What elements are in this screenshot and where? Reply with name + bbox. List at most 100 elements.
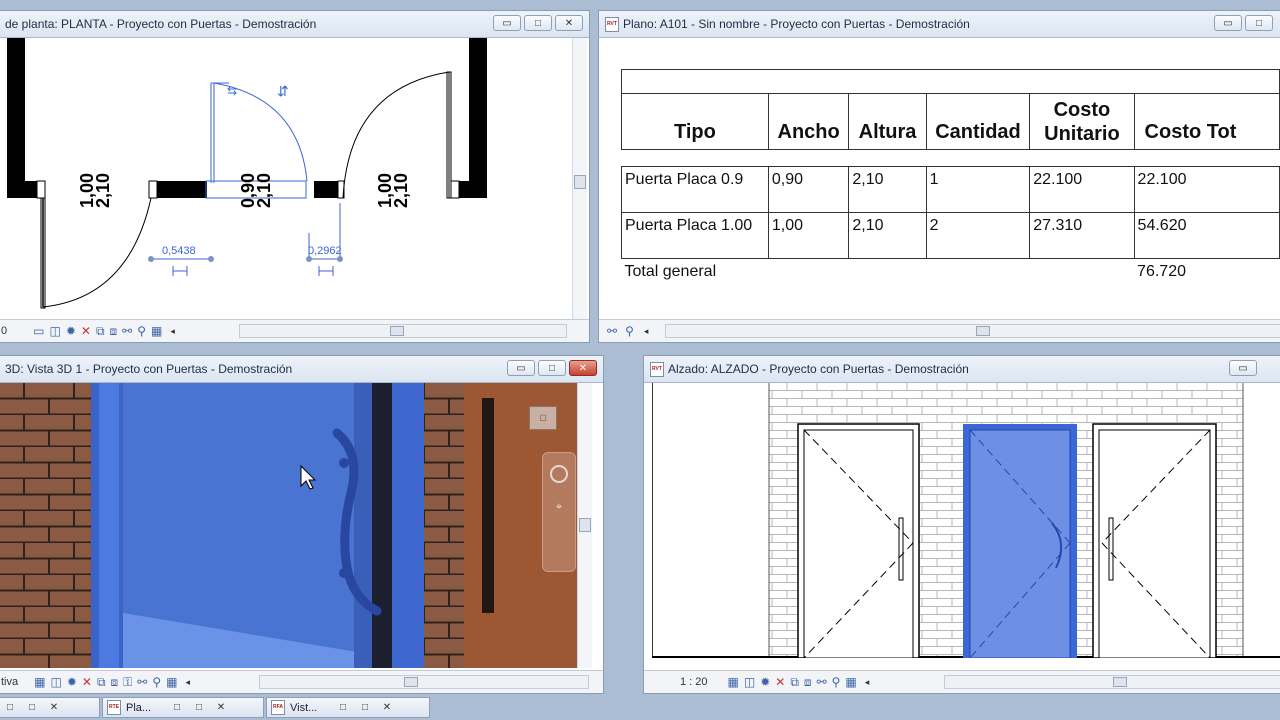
sun-path-icon[interactable]: ✹: [67, 675, 77, 689]
crop-view-icon[interactable]: ⧉: [97, 675, 106, 690]
header-tipo[interactable]: Tipo: [621, 93, 769, 150]
close-button[interactable]: ✕: [210, 702, 232, 713]
visual-style-icon[interactable]: ◫: [744, 675, 755, 689]
vista3d-vscroll[interactable]: [577, 383, 592, 668]
sun-path-icon[interactable]: ✹: [760, 675, 770, 689]
shadows-icon[interactable]: ✕: [81, 324, 91, 338]
maximize-button[interactable]: □: [354, 702, 376, 713]
restore-button[interactable]: □: [0, 702, 21, 713]
elevation-drawing[interactable]: [652, 383, 1280, 658]
alzado-scale[interactable]: 1 : 20: [680, 676, 708, 688]
cell-tipo[interactable]: Puerta Placa 0.9: [621, 166, 769, 213]
maximize-button[interactable]: □: [538, 360, 566, 376]
detail-level-icon[interactable]: ▭: [33, 324, 44, 338]
door-schedule-table[interactable]: Tipo Ancho Altura Cantidad Costo Unitari…: [621, 69, 1280, 285]
alzado-titlebar[interactable]: RVT Alzado: ALZADO - Proyecto con Puerta…: [644, 356, 1280, 383]
cell-cantidad[interactable]: 1: [925, 166, 1031, 213]
reveal-hidden-icon[interactable]: ⚲: [625, 324, 634, 338]
temp-hide-icon[interactable]: ⚯: [817, 675, 827, 689]
restore-button[interactable]: □: [332, 702, 354, 713]
reveal-hidden-icon[interactable]: ⚲: [832, 675, 841, 689]
analytical-icon[interactable]: ▦: [166, 675, 177, 689]
header-altura[interactable]: Altura: [848, 93, 927, 150]
table-row[interactable]: Puerta Placa 0.9 0,90 2,10 1 22.100 22.1…: [621, 166, 1280, 213]
planta-titlebar[interactable]: de planta: PLANTA - Proyecto con Puertas…: [0, 11, 589, 38]
maximize-button[interactable]: □: [188, 702, 210, 713]
cell-costo-unitario[interactable]: 27.310: [1029, 212, 1135, 259]
sun-path-icon[interactable]: ✹: [66, 324, 76, 338]
crop-view-icon[interactable]: ⧉: [96, 324, 105, 339]
visual-style-icon[interactable]: ◫: [50, 675, 61, 689]
temp-hide-icon[interactable]: ⚯: [122, 324, 132, 338]
scroll-left-icon[interactable]: ◂: [865, 677, 870, 688]
3d-view-canvas[interactable]: [0, 383, 579, 668]
header-costo-total[interactable]: Costo Tot: [1133, 93, 1280, 150]
cell-ancho[interactable]: 1,00: [767, 212, 850, 259]
visual-style-icon[interactable]: ◫: [49, 324, 60, 338]
minimize-button[interactable]: ▭: [1214, 15, 1242, 31]
maximize-button[interactable]: □: [524, 15, 552, 31]
vista3d-titlebar[interactable]: 3D: Vista 3D 1 - Proyecto con Puertas - …: [0, 356, 603, 383]
cell-ancho[interactable]: 0,90: [767, 166, 850, 213]
shadows-icon[interactable]: ✕: [775, 675, 785, 689]
header-cantidad[interactable]: Cantidad: [925, 93, 1031, 150]
close-button[interactable]: ✕: [43, 702, 65, 713]
cell-tipo[interactable]: Puerta Placa 1.00: [621, 212, 769, 259]
planta-hscroll[interactable]: [239, 324, 567, 338]
plano-hscroll-thumb[interactable]: [976, 326, 990, 336]
temp-hide-icon[interactable]: ⚯: [137, 675, 147, 689]
table-row[interactable]: Puerta Placa 1.00 1,00 2,10 2 27.310 54.…: [621, 212, 1280, 259]
cell-costo-total[interactable]: 22.100: [1133, 166, 1280, 213]
minimize-button[interactable]: ▭: [507, 360, 535, 376]
cell-cantidad[interactable]: 2: [925, 212, 1031, 259]
vista3d-status-text[interactable]: tiva: [1, 676, 18, 688]
analytical-icon[interactable]: ▦: [845, 675, 856, 689]
temp-hide-icon[interactable]: ⚯: [607, 324, 617, 338]
minimized-window-vista[interactable]: RFA Vist... □ □ ✕: [266, 697, 430, 718]
show-crop-icon[interactable]: ⧈: [111, 675, 119, 690]
scroll-left-icon[interactable]: ◂: [170, 326, 175, 337]
show-crop-icon[interactable]: ⧈: [804, 675, 812, 690]
close-button[interactable]: ✕: [376, 702, 398, 713]
planta-vscroll[interactable]: [572, 38, 587, 322]
detail-level-icon[interactable]: ▦: [728, 675, 739, 689]
header-costo-unitario[interactable]: Costo Unitario: [1029, 93, 1135, 150]
cell-altura[interactable]: 2,10: [848, 166, 927, 213]
show-crop-icon[interactable]: ⧈: [110, 324, 118, 339]
reveal-hidden-icon[interactable]: ⚲: [137, 324, 146, 338]
minimized-window-plano[interactable]: RTE Pla... □ □ ✕: [102, 697, 264, 718]
restore-button[interactable]: □: [166, 702, 188, 713]
header-ancho[interactable]: Ancho: [767, 93, 850, 150]
minimize-button[interactable]: ▭: [493, 15, 521, 31]
cell-altura[interactable]: 2,10: [848, 212, 927, 259]
scroll-left-icon[interactable]: ◂: [186, 677, 191, 688]
zoom-icon[interactable]: ⌖: [552, 499, 566, 514]
planta-scale[interactable]: 0: [1, 325, 7, 337]
close-button[interactable]: ✕: [555, 15, 583, 31]
schedule-total-row[interactable]: Total general 76.720: [622, 259, 1280, 286]
minimized-window-1[interactable]: □ □ ✕: [0, 697, 100, 718]
vista3d-hscroll-thumb[interactable]: [404, 677, 418, 687]
reveal-hidden-icon[interactable]: ⚲: [152, 675, 161, 689]
lock-view-icon[interactable]: ⚿: [123, 675, 132, 690]
vista3d-vscroll-thumb[interactable]: [579, 518, 591, 532]
minimize-button[interactable]: ▭: [1229, 360, 1257, 376]
detail-level-icon[interactable]: ▦: [34, 675, 45, 689]
cell-costo-unitario[interactable]: 22.100: [1029, 166, 1135, 213]
planta-hscroll-thumb[interactable]: [390, 326, 404, 336]
analytical-icon[interactable]: ▦: [151, 324, 162, 338]
maximize-button[interactable]: □: [21, 702, 43, 713]
planta-vscroll-thumb[interactable]: [574, 175, 586, 189]
viewcube[interactable]: ▢: [529, 406, 557, 430]
close-button[interactable]: ✕: [569, 360, 597, 376]
alzado-hscroll[interactable]: [944, 675, 1280, 689]
plano-hscroll[interactable]: [665, 324, 1280, 338]
cell-costo-total[interactable]: 54.620: [1133, 212, 1280, 259]
maximize-button[interactable]: □: [1245, 15, 1273, 31]
shadows-icon[interactable]: ✕: [82, 675, 92, 689]
navigation-bar[interactable]: ⌖: [542, 452, 576, 572]
scroll-left-icon[interactable]: ◂: [644, 326, 649, 337]
vista3d-hscroll[interactable]: [259, 675, 589, 689]
alzado-hscroll-thumb[interactable]: [1113, 677, 1127, 687]
crop-view-icon[interactable]: ⧉: [790, 675, 799, 690]
